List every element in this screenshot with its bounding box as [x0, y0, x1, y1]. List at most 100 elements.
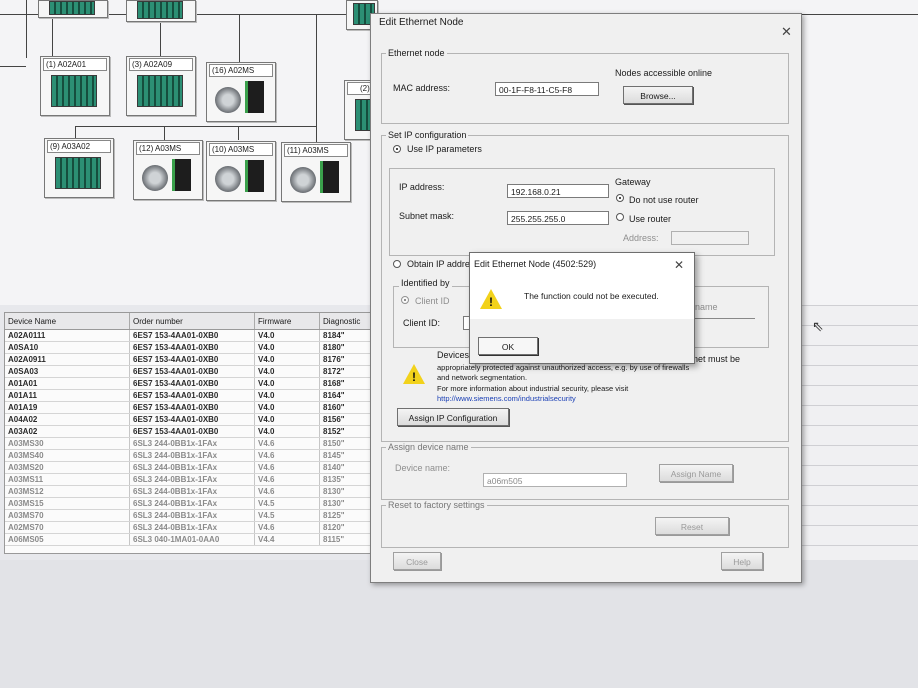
group-legend: Reset to factory settings: [388, 500, 485, 510]
table-row[interactable]: A01A11 6ES7 153-4AA01-0XB0 V4.0 8164": [5, 389, 377, 402]
device-name-field[interactable]: a06m505: [483, 473, 627, 487]
table-cell: A01A19: [5, 401, 130, 414]
plc-icon: [49, 1, 95, 15]
table-cell: V4.0: [254, 401, 320, 414]
use-ip-parameters-radio[interactable]: [393, 145, 401, 153]
table-row[interactable]: A01A19 6ES7 153-4AA01-0XB0 V4.0 8160": [5, 401, 377, 414]
close-button[interactable]: Close: [393, 552, 441, 570]
table-cell: 6SL3 244-0BB1x-1FAx: [129, 449, 255, 462]
identified-by-label: Identified by: [399, 278, 452, 288]
table-row[interactable]: A06MS05 6SL3 040-1MA01-0AA0 V4.4 8115": [5, 533, 377, 546]
column-header-device-name[interactable]: Device Name: [5, 313, 130, 330]
nodes-online-label: Nodes accessible online: [615, 68, 713, 78]
table-cell: 6ES7 153-4AA01-0XB0: [129, 413, 255, 426]
security-text-line3: For more information about industrial se…: [437, 384, 629, 393]
network-node[interactable]: (11) A03MS: [281, 142, 351, 202]
table-cell: A03A02: [5, 425, 130, 438]
table-cell: 6SL3 244-0BB1x-1FAx: [129, 485, 255, 498]
close-icon[interactable]: ✕: [781, 24, 792, 40]
table-cell: V4.0: [254, 425, 320, 438]
reset-button[interactable]: Reset: [655, 517, 729, 535]
browse-button[interactable]: Browse...: [623, 86, 693, 104]
table-row[interactable]: A01A01 6ES7 153-4AA01-0XB0 V4.0 8168": [5, 377, 377, 390]
table-cell: 6SL3 244-0BB1x-1FAx: [129, 521, 255, 534]
node-label: (9) A03A02: [47, 140, 111, 153]
assign-name-button[interactable]: Assign Name: [659, 464, 733, 482]
close-icon[interactable]: ✕: [674, 258, 684, 272]
column-header-order-number[interactable]: Order number: [129, 313, 255, 330]
table-cell: V4.6: [254, 473, 320, 486]
table-cell: 6SL3 244-0BB1x-1FAx: [129, 461, 255, 474]
mouse-cursor-icon: ⇖: [812, 318, 824, 334]
network-node[interactable]: (9) A03A02: [44, 138, 114, 198]
column-header-firmware[interactable]: Firmware: [254, 313, 320, 330]
table-row[interactable]: A03MS11 6SL3 244-0BB1x-1FAx V4.6 8135": [5, 473, 377, 486]
table-cell: 6ES7 153-4AA01-0XB0: [129, 341, 255, 354]
device-name-label: Device name:: [395, 463, 451, 473]
table-cell: 8120": [319, 521, 377, 534]
ok-button[interactable]: OK: [478, 337, 538, 355]
obtain-ip-radio[interactable]: [393, 260, 401, 268]
obtain-ip-label: Obtain IP addre: [407, 259, 470, 269]
table-cell: 6SL3 244-0BB1x-1FAx: [129, 473, 255, 486]
table-row[interactable]: A03MS12 6SL3 244-0BB1x-1FAx V4.6 8130": [5, 485, 377, 498]
ip-address-field[interactable]: 192.168.0.21: [507, 184, 609, 198]
network-node[interactable]: (3) A02A09: [126, 56, 196, 116]
table-row[interactable]: A03MS40 6SL3 244-0BB1x-1FAx V4.6 8145": [5, 449, 377, 462]
network-node-partial[interactable]: [126, 0, 196, 22]
table-cell: V4.6: [254, 449, 320, 462]
subnet-mask-label: Subnet mask:: [399, 211, 455, 221]
table-row[interactable]: A02A0911 6ES7 153-4AA01-0XB0 V4.0 8176": [5, 353, 377, 366]
table-cell: A06MS05: [5, 533, 130, 546]
table-cell: V4.0: [254, 341, 320, 354]
error-message: The function could not be executed.: [524, 291, 659, 301]
table-cell: 8184": [319, 329, 377, 342]
network-node[interactable]: (12) A03MS: [133, 140, 203, 200]
router-address-field[interactable]: [671, 231, 749, 245]
node-label: (11) A03MS: [284, 144, 348, 157]
table-row[interactable]: A0SA10 6ES7 153-4AA01-0XB0 V4.0 8180": [5, 341, 377, 354]
use-router-radio[interactable]: [616, 213, 624, 221]
plc-icon: [137, 75, 183, 107]
plc-icon: [137, 1, 183, 19]
table-cell: A03MS30: [5, 437, 130, 450]
subnet-mask-field[interactable]: 255.255.255.0: [507, 211, 609, 225]
table-row[interactable]: A02MS70 6SL3 244-0BB1x-1FAx V4.6 8120": [5, 521, 377, 534]
drive-motor-icon: [290, 161, 342, 195]
table-cell: A02A0911: [5, 353, 130, 366]
network-node[interactable]: (16) A02MS: [206, 62, 276, 122]
client-id-radio[interactable]: [401, 296, 409, 304]
table-row[interactable]: A03MS15 6SL3 244-0BB1x-1FAx V4.5 8130": [5, 497, 377, 510]
security-text-line0: Devices: [437, 350, 470, 360]
table-row[interactable]: A03MS20 6SL3 244-0BB1x-1FAx V4.6 8140": [5, 461, 377, 474]
table-cell: 6SL3 244-0BB1x-1FAx: [129, 497, 255, 510]
industrial-security-link[interactable]: http://www.siemens.com/industrialsecurit…: [437, 394, 576, 403]
network-node[interactable]: (1) A02A01: [40, 56, 110, 116]
table-cell: 8145": [319, 449, 377, 462]
table-cell: A03MS11: [5, 473, 130, 486]
column-header-diagnostic[interactable]: Diagnostic: [319, 313, 377, 330]
name-underline: [693, 318, 755, 319]
table-cell: V4.0: [254, 389, 320, 402]
table-cell: 6ES7 153-4AA01-0XB0: [129, 389, 255, 402]
node-label: (12) A03MS: [136, 142, 200, 155]
table-row[interactable]: A03A02 6ES7 153-4AA01-0XB0 V4.0 8152": [5, 425, 377, 438]
table-row[interactable]: A0SA03 6ES7 153-4AA01-0XB0 V4.0 8172": [5, 365, 377, 378]
network-node[interactable]: (10) A03MS: [206, 141, 276, 201]
mac-address-field[interactable]: 00-1F-F8-11-C5-F8: [495, 82, 599, 96]
no-router-radio[interactable]: [616, 194, 624, 202]
table-cell: 8130": [319, 485, 377, 498]
assign-ip-configuration-button[interactable]: Assign IP Configuration: [397, 408, 509, 426]
table-cell: V4.6: [254, 437, 320, 450]
table-header-row: Device Name Order number Firmware Diagno…: [5, 313, 377, 330]
node-label: (3) A02A09: [129, 58, 193, 71]
network-node-partial[interactable]: [38, 0, 108, 18]
table-row[interactable]: A02A0111 6ES7 153-4AA01-0XB0 V4.0 8184": [5, 329, 377, 342]
help-button[interactable]: Help: [721, 552, 763, 570]
table-row[interactable]: A03MS70 6SL3 244-0BB1x-1FAx V4.5 8125": [5, 509, 377, 522]
table-row[interactable]: A04A02 6ES7 153-4AA01-0XB0 V4.0 8156": [5, 413, 377, 426]
table-cell: 8172": [319, 365, 377, 378]
table-cell: A0SA03: [5, 365, 130, 378]
table-row[interactable]: A03MS30 6SL3 244-0BB1x-1FAx V4.6 8150": [5, 437, 377, 450]
table-cell: A03MS40: [5, 449, 130, 462]
